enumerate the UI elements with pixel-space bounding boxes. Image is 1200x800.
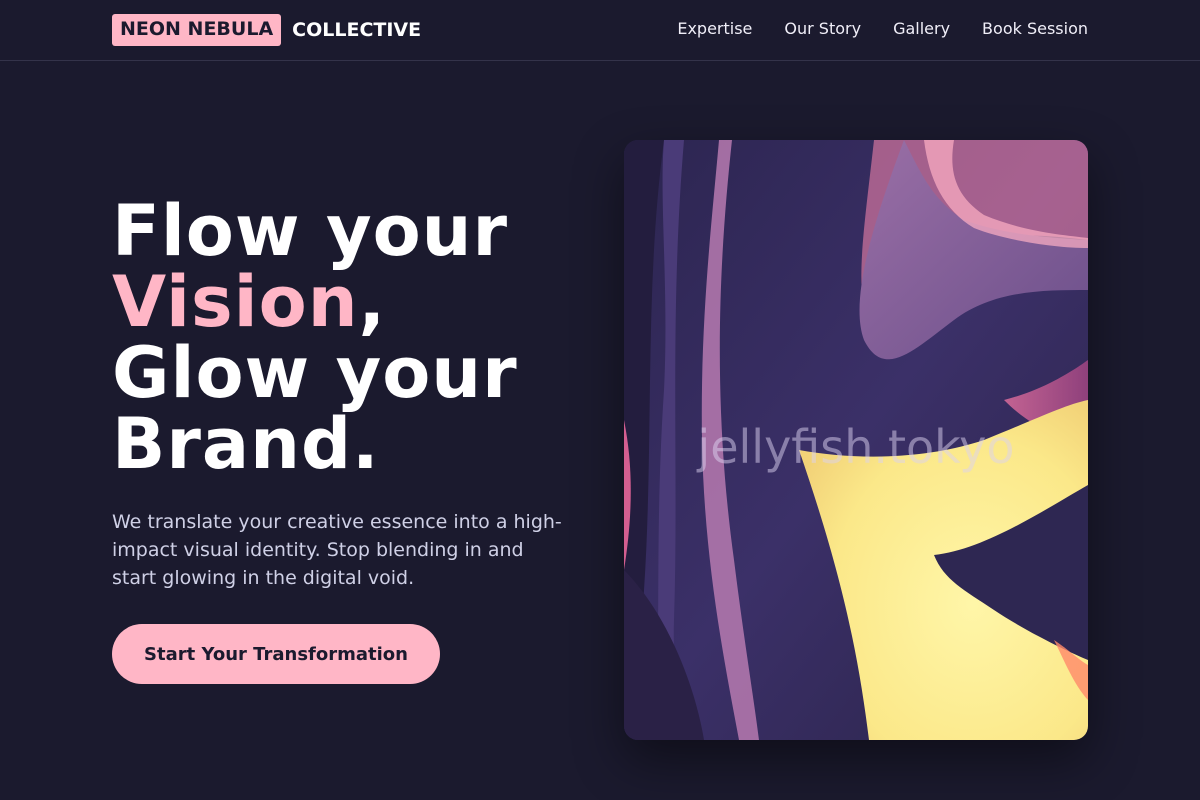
hero-title-line-3: Glow your (112, 332, 518, 414)
nav-link-book-session[interactable]: Book Session (982, 19, 1088, 39)
start-transformation-button[interactable]: Start Your Transformation (112, 624, 440, 684)
abstract-artwork-image (624, 140, 1088, 740)
hero-title: Flow your Vision, Glow your Brand. (112, 196, 518, 480)
main-nav: Expertise Our Story Gallery Book Session (677, 19, 1088, 39)
hero-title-line-1: Flow your (112, 190, 509, 272)
nav-link-gallery[interactable]: Gallery (893, 19, 950, 39)
hero-title-line-4: Brand. (112, 403, 380, 485)
brand-name: COLLECTIVE (292, 18, 422, 41)
brand-badge: NEON NEBULA (112, 14, 282, 46)
hero-artwork: jellyfish.tokyo (624, 140, 1088, 740)
nav-link-expertise[interactable]: Expertise (677, 19, 752, 39)
hero-title-comma: , (358, 261, 387, 343)
hero-title-line-2: Vision, (112, 267, 518, 338)
top-navigation-bar: NEON NEBULA COLLECTIVE Expertise Our Sto… (0, 0, 1200, 61)
brand-logo[interactable]: NEON NEBULA COLLECTIVE (112, 14, 421, 46)
nav-link-our-story[interactable]: Our Story (784, 19, 861, 39)
hero-subtitle: We translate your creative essence into … (112, 511, 562, 589)
hero-title-accent: Vision (112, 261, 359, 343)
